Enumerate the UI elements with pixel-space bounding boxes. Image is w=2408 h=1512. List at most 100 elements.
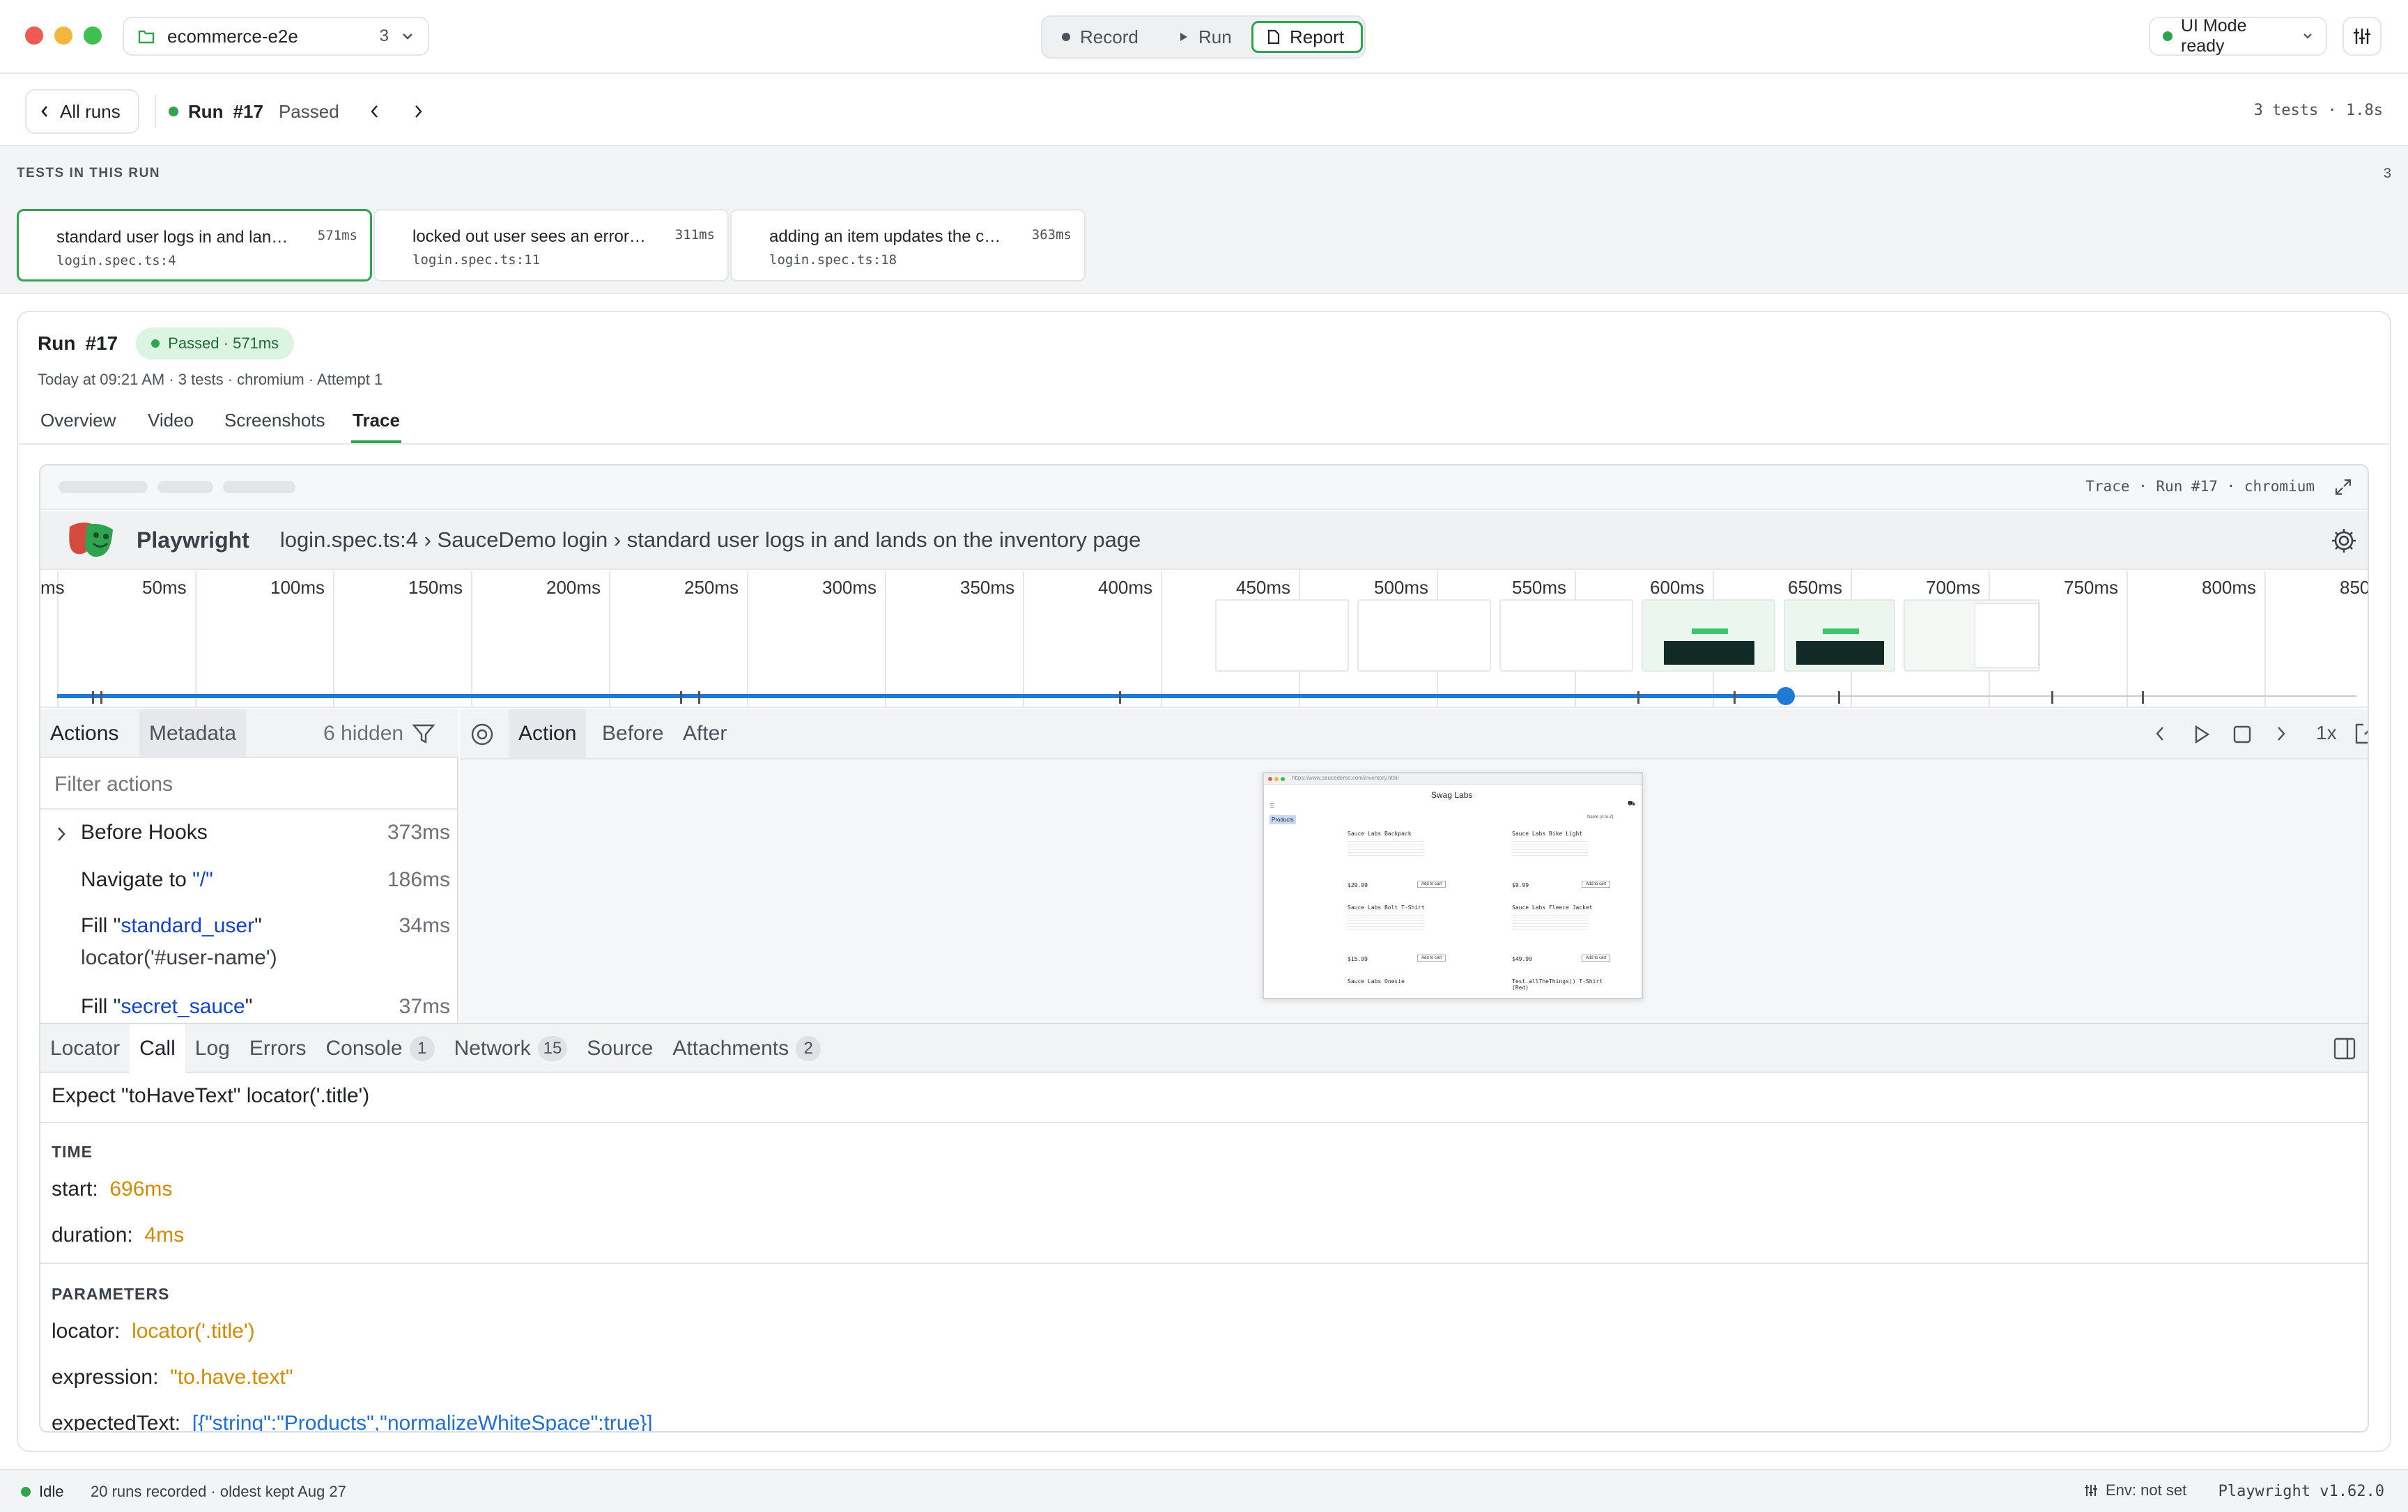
filmstrip-thumbnail[interactable]: [1357, 599, 1491, 672]
tab-label: Network: [454, 1037, 531, 1060]
previous-run-button[interactable]: [370, 104, 380, 119]
sliders-icon: [2083, 1483, 2099, 1497]
next-run-button[interactable]: [413, 104, 423, 119]
timeline[interactable]: ms 50ms 100ms 150ms 200ms 250ms 300ms 35…: [40, 571, 2368, 708]
tab-screenshots[interactable]: Screenshots: [224, 410, 325, 431]
action-item[interactable]: Fill "standard_user" 34ms locator('#user…: [40, 914, 457, 984]
snapshot-product: Sauce Labs Backpack $29.99 Add to cart: [1297, 829, 1460, 903]
product-name: Sauce Labs Bolt T-Shirt: [1348, 904, 1425, 911]
ui-mode-status[interactable]: UI Mode ready: [2149, 16, 2327, 56]
tab-source[interactable]: Source: [577, 1024, 663, 1073]
filmstrip-thumbnail[interactable]: [1784, 599, 1895, 672]
trace-viewer: Trace · Run #17 · chromium Playwright lo…: [39, 464, 2369, 1433]
tab-before[interactable]: Before: [592, 709, 673, 758]
project-selector[interactable]: ecommerce-e2e 3: [123, 17, 429, 56]
tab-log[interactable]: Log: [185, 1024, 240, 1073]
tab-locator[interactable]: Locator: [40, 1024, 130, 1073]
tab-action[interactable]: Action: [509, 709, 587, 758]
timeline-label: ms: [40, 577, 65, 598]
tab-trace[interactable]: Trace: [353, 410, 400, 431]
tab-errors[interactable]: Errors: [240, 1024, 316, 1073]
snapshot-panel: Action Before After 1x https://www.sauce…: [460, 709, 2368, 1023]
action-marker[interactable]: [1119, 691, 1121, 704]
settings-sliders-button[interactable]: [2343, 17, 2382, 56]
action-marker[interactable]: [92, 691, 94, 704]
playback-speed[interactable]: 1x: [2316, 722, 2337, 744]
snapshot-page[interactable]: https://www.saucedemo.com/inventory.html…: [1263, 772, 1643, 999]
test-name: standard user logs in and lands on the i…: [56, 228, 293, 247]
snapshot-toolbar: Action Before After 1x: [460, 709, 2368, 759]
snapshot-product: Sauce Labs Fleece Jacket $49.99 Add to c…: [1462, 903, 1625, 977]
action-marker[interactable]: [2051, 691, 2053, 704]
test-card[interactable]: standard user logs in and lands on the i…: [17, 209, 372, 281]
close-window-button[interactable]: [25, 26, 43, 45]
divider: [155, 95, 156, 128]
passed-dot-icon: [169, 107, 178, 116]
tab-network[interactable]: Network 15: [445, 1024, 578, 1073]
report-mode-button[interactable]: Report: [1251, 21, 1363, 53]
tests-count: 3: [2383, 166, 2391, 181]
action-marker[interactable]: [1838, 691, 1840, 704]
gear-icon[interactable]: [2330, 527, 2358, 555]
tab-metadata[interactable]: Metadata: [139, 709, 247, 758]
product-price: $15.99: [1348, 956, 1368, 962]
sidebar-toggle-icon[interactable]: [2333, 1037, 2356, 1060]
run-summary: 3 tests · 1.8s: [2253, 102, 2383, 119]
target-icon[interactable]: [470, 722, 495, 747]
stop-button[interactable]: [2232, 725, 2252, 744]
filmstrip-thumbnail[interactable]: [1904, 599, 2040, 672]
action-item[interactable]: Before Hooks 373ms: [40, 821, 457, 860]
action-marker[interactable]: [680, 691, 682, 704]
filmstrip-thumbnail[interactable]: [1215, 599, 1349, 672]
expand-icon[interactable]: [2334, 478, 2352, 496]
thumb-banner: [1692, 628, 1728, 634]
tab-overview[interactable]: Overview: [40, 410, 116, 431]
action-marker[interactable]: [100, 691, 102, 704]
minimize-window-button[interactable]: [54, 26, 72, 45]
env-status[interactable]: Env: not set: [2083, 1481, 2186, 1499]
tab-call[interactable]: Call: [130, 1024, 185, 1073]
tab-label: Source: [587, 1037, 654, 1060]
action-marker[interactable]: [698, 691, 700, 704]
record-mode-button[interactable]: Record: [1048, 21, 1152, 53]
action-item[interactable]: Navigate to "/" 186ms: [40, 868, 457, 907]
folder-icon: [138, 29, 155, 44]
snapshot-product: Sauce Labs Onesie: [1297, 977, 1460, 998]
timeline-gridline: [747, 571, 748, 708]
test-card[interactable]: locked out user sees an error message lo…: [373, 209, 729, 281]
filmstrip-thumbnail[interactable]: [1642, 599, 1775, 672]
call-details: Expect "toHaveText" locator('.title') TI…: [40, 1073, 2368, 1433]
tab-after[interactable]: After: [673, 709, 736, 758]
add-to-cart-button: Add to cart: [1582, 881, 1611, 888]
filmstrip-thumbnail[interactable]: [1499, 599, 1633, 672]
run-mode-button[interactable]: Run: [1165, 21, 1246, 53]
tab-attachments[interactable]: Attachments 2: [663, 1024, 831, 1073]
action-marker[interactable]: [1637, 691, 1639, 704]
test-card[interactable]: adding an item updates the cart badge lo…: [730, 209, 1086, 281]
step-forward-button[interactable]: [2276, 725, 2287, 743]
project-count: 3: [379, 26, 389, 45]
timeline-label: 650ms: [1788, 577, 1843, 598]
open-external-icon[interactable]: [2354, 722, 2368, 746]
maximize-window-button[interactable]: [84, 26, 102, 45]
action-label: Before Hooks: [81, 821, 208, 844]
action-marker[interactable]: [2142, 691, 2144, 704]
snapshot-section: Products: [1269, 815, 1296, 824]
tab-actions[interactable]: Actions: [40, 709, 128, 758]
param-label: expression:: [52, 1366, 159, 1389]
action-marker[interactable]: [1734, 691, 1736, 704]
step-back-button[interactable]: [2154, 725, 2166, 743]
timeline-gridline: [1161, 571, 1162, 708]
hidden-filter[interactable]: 6 hidden: [323, 722, 435, 746]
filter-actions-input[interactable]: [54, 768, 445, 801]
run-navigation-bar: All runs Run #17 Passed 3 tests · 1.8s: [0, 75, 2408, 146]
timeline-playhead[interactable]: [1776, 687, 1795, 705]
param-value: [{"string":"Products","normalizeWhiteSpa…: [192, 1412, 653, 1433]
start-value: 696ms: [109, 1178, 173, 1201]
tab-video[interactable]: Video: [148, 410, 194, 431]
all-runs-button[interactable]: All runs: [25, 89, 139, 134]
tab-console[interactable]: Console 1: [316, 1024, 445, 1073]
action-item[interactable]: Fill "secret_sauce" 37ms: [40, 995, 457, 1023]
play-button[interactable]: [2193, 725, 2210, 744]
timeline-label: 100ms: [270, 577, 325, 598]
